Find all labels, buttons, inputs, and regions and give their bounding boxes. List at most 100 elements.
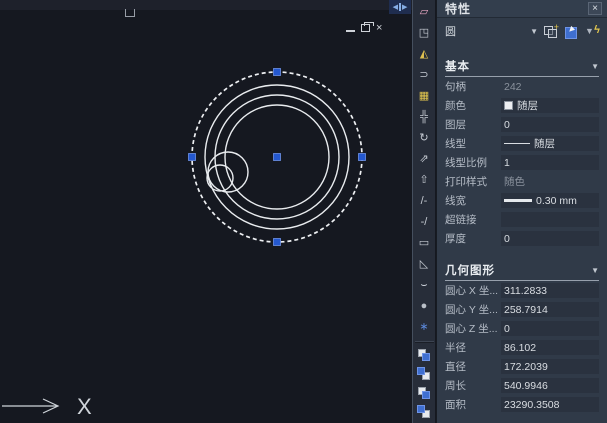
- toolbar-mirror-button[interactable]: ◭: [414, 44, 434, 65]
- scale-icon: ⇗: [419, 154, 428, 165]
- restore-window-icon[interactable]: [361, 24, 370, 32]
- chevron-right-icon: ▶: [402, 3, 407, 11]
- toolbar-break-button[interactable]: ▭: [414, 233, 434, 254]
- array-icon: ▦: [419, 91, 429, 102]
- property-label: 半径: [445, 340, 501, 355]
- section-title: 基本: [445, 58, 470, 74]
- section-header-basic[interactable]: 基本 ▼: [445, 58, 599, 77]
- property-value-field[interactable]: 0: [501, 117, 599, 132]
- property-value-text: 311.2833: [504, 285, 547, 297]
- collapse-panel-button[interactable]: ◀ ▶: [389, 0, 411, 14]
- properties-panel: 特性 × 圆 ▼ + ► ϟ 基本 ▼ 句柄242颜色随层图层0线型随层线型比例…: [436, 0, 607, 423]
- property-value-text: 242: [504, 81, 522, 93]
- toolbar-rotate-button[interactable]: ↻: [414, 128, 434, 149]
- toolbar-scale-button[interactable]: ⇗: [414, 149, 434, 170]
- trim-icon: /-: [421, 196, 428, 207]
- toolbar-explode-button[interactable]: ∗: [414, 317, 434, 338]
- property-value-field[interactable]: 258.7914: [501, 302, 599, 317]
- cursor-arrow-icon: ►: [565, 23, 578, 36]
- modify-toolbar: ▱ ◳ ◭ ⊃ ▦ ╬ ↻ ⇗ ⇧ /- -/ ▭ ◺ ⌣●∗: [412, 0, 435, 423]
- toolbar-separator: [415, 341, 434, 343]
- property-value-text: 0: [504, 119, 510, 131]
- close-panel-button[interactable]: ×: [588, 2, 602, 15]
- property-value-field[interactable]: 86.102: [501, 340, 599, 355]
- property-value-text: 随层: [517, 98, 538, 113]
- property-value-text: 258.7914: [504, 304, 548, 316]
- grip-handle[interactable]: [274, 154, 281, 161]
- property-value-text: 86.102: [504, 342, 536, 354]
- toolbar-chamfer-button[interactable]: ◺: [414, 254, 434, 275]
- section-rows-basic: 句柄242颜色随层图层0线型随层线型比例1打印样式随色线宽0.30 mm超链接厚…: [445, 77, 599, 248]
- property-value-field[interactable]: 随层: [501, 98, 599, 113]
- property-label: 直径: [445, 359, 501, 374]
- property-row: 图层0: [445, 115, 599, 134]
- property-value-field[interactable]: 0.30 mm: [501, 193, 599, 208]
- chevron-down-icon[interactable]: ▼: [591, 62, 599, 71]
- toolbar-region-button[interactable]: ●: [414, 296, 434, 317]
- grip-handle[interactable]: [189, 154, 196, 161]
- toolbar-offset-button[interactable]: ⊃: [414, 65, 434, 86]
- property-value-text: 540.9946: [504, 380, 548, 392]
- toolbar-send-under-objects-button[interactable]: [414, 403, 434, 422]
- close-window-icon[interactable]: ×: [376, 23, 382, 33]
- toolbar-send-to-back-button[interactable]: [414, 365, 434, 384]
- section-title: 几何图形: [445, 262, 495, 278]
- break-icon: ▭: [419, 238, 429, 249]
- toolbar-array-button[interactable]: ▦: [414, 86, 434, 107]
- section-header-geometry[interactable]: 几何图形 ▼: [445, 262, 599, 281]
- property-row: 圆心 X 坐...311.2833: [445, 281, 599, 300]
- toolbar-stretch-button[interactable]: ⇧: [414, 170, 434, 191]
- minimize-icon[interactable]: [346, 30, 355, 32]
- circle-entity[interactable]: [208, 152, 248, 192]
- object-type-selector-row: 圆 ▼ + ► ϟ: [437, 18, 607, 44]
- extend-icon: -/: [421, 217, 428, 228]
- property-value-field[interactable]: 540.9946: [501, 378, 599, 393]
- drawing-svg: X: [0, 0, 412, 423]
- toolbar-erase-button[interactable]: ▱: [414, 2, 434, 23]
- drawing-canvas[interactable]: X × ◀ ▶: [0, 0, 412, 423]
- linetype-swatch-icon: [504, 199, 532, 202]
- property-label: 超链接: [445, 212, 501, 227]
- property-value-text: 1: [504, 157, 510, 169]
- move-icon: ╬: [420, 112, 428, 123]
- toolbar-fillet-button[interactable]: ⌣: [414, 275, 434, 296]
- toolbar-bring-to-front-button[interactable]: [414, 346, 434, 365]
- color-swatch-icon: [504, 101, 513, 110]
- properties-panel-titlebar[interactable]: 特性 ×: [437, 0, 607, 18]
- property-label: 句柄: [445, 79, 501, 94]
- toggle-pickadd-button[interactable]: +: [542, 24, 559, 39]
- select-objects-button[interactable]: ►: [563, 24, 580, 39]
- property-value-field[interactable]: 0: [501, 231, 599, 246]
- erase-icon: ▱: [420, 7, 428, 18]
- toolbar-copy-button[interactable]: ◳: [414, 23, 434, 44]
- property-value-field[interactable]: 23290.3508: [501, 397, 599, 412]
- property-value-field[interactable]: 1: [501, 155, 599, 170]
- chevron-down-icon[interactable]: ▼: [530, 27, 538, 36]
- property-row: 面积23290.3508: [445, 395, 599, 414]
- property-value-text: 0.30 mm: [536, 195, 577, 207]
- toolbar-trim-button[interactable]: /-: [414, 191, 434, 212]
- property-row: 半径86.102: [445, 338, 599, 357]
- grip-handle[interactable]: [274, 239, 281, 246]
- quick-select-button[interactable]: ϟ: [584, 24, 601, 39]
- property-value-field[interactable]: 311.2833: [501, 283, 599, 298]
- property-value-field[interactable]: [501, 212, 599, 227]
- toolbar-move-button[interactable]: ╬: [414, 107, 434, 128]
- property-row: 厚度0: [445, 229, 599, 248]
- grip-handle[interactable]: [274, 69, 281, 76]
- mirror-icon: ◭: [420, 49, 428, 60]
- blue-square-icon: [422, 353, 430, 361]
- chamfer-icon: ◺: [420, 259, 428, 270]
- property-value-field[interactable]: 随层: [501, 136, 599, 151]
- property-row: 圆心 Y 坐...258.7914: [445, 300, 599, 319]
- toolbar-extend-button[interactable]: -/: [414, 212, 434, 233]
- property-label: 面积: [445, 397, 501, 412]
- chevron-down-icon[interactable]: ▼: [591, 266, 599, 275]
- toolbar-bring-above-objects-button[interactable]: [414, 384, 434, 403]
- property-value-field[interactable]: 0: [501, 321, 599, 336]
- property-row: 颜色随层: [445, 96, 599, 115]
- property-label: 线型比例: [445, 155, 501, 170]
- grip-handle[interactable]: [359, 154, 366, 161]
- blue-square-icon: [417, 405, 425, 413]
- property-value-field[interactable]: 172.2039: [501, 359, 599, 374]
